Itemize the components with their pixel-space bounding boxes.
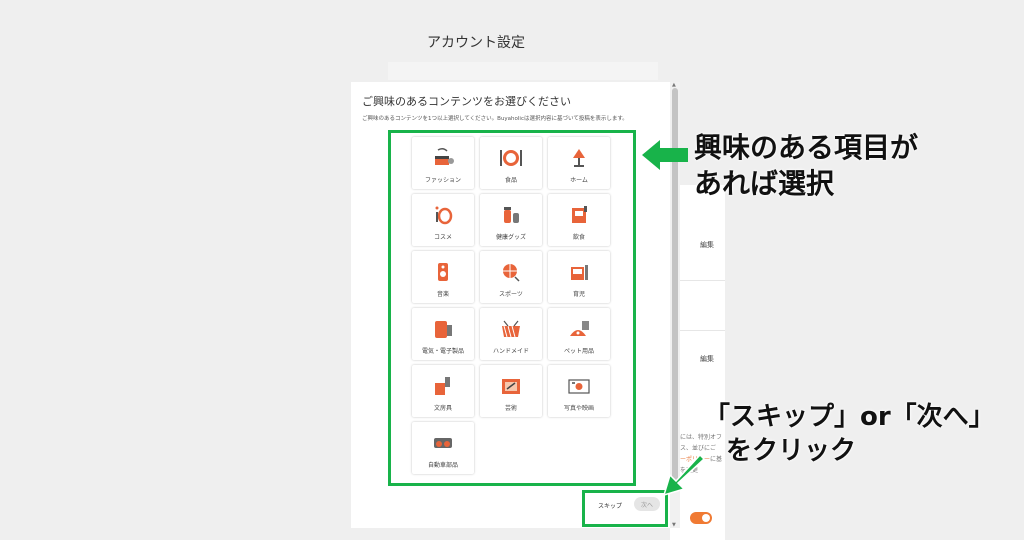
annotation-select-interest: 興味のある項目が あれば選択 [694,130,918,202]
highlight-action-buttons [582,490,668,527]
modal-title: ご興味のあるコンテンツをお選びください [362,95,571,108]
edit-link-1[interactable]: 編集 [700,240,714,250]
highlight-category-grid [388,130,636,486]
background-card [388,62,658,80]
toggle-knob [702,514,710,522]
divider [675,280,725,281]
annotation-line: あれば選択 [694,167,835,200]
annotation-line: をクリック [726,436,857,466]
arrow-left-icon [642,140,688,170]
edit-link-2[interactable]: 編集 [700,354,714,364]
scroll-down-arrow-icon[interactable]: ▼ [672,522,676,528]
modal-description: ご興味のあるコンテンツを1つ以上選択してください。Buyaholicは選択内容に… [362,116,628,122]
annotation-click-buttons: 「スキップ」or「次へ」 をクリック [704,400,995,468]
annotation-line: 「スキップ」or「次へ」 [704,402,995,432]
annotation-line: 興味のある項目が [694,131,919,164]
divider [675,330,725,331]
page-title: アカウント設定 [427,35,525,51]
arrow-down-left-icon [662,455,706,497]
notification-toggle[interactable] [690,512,712,524]
